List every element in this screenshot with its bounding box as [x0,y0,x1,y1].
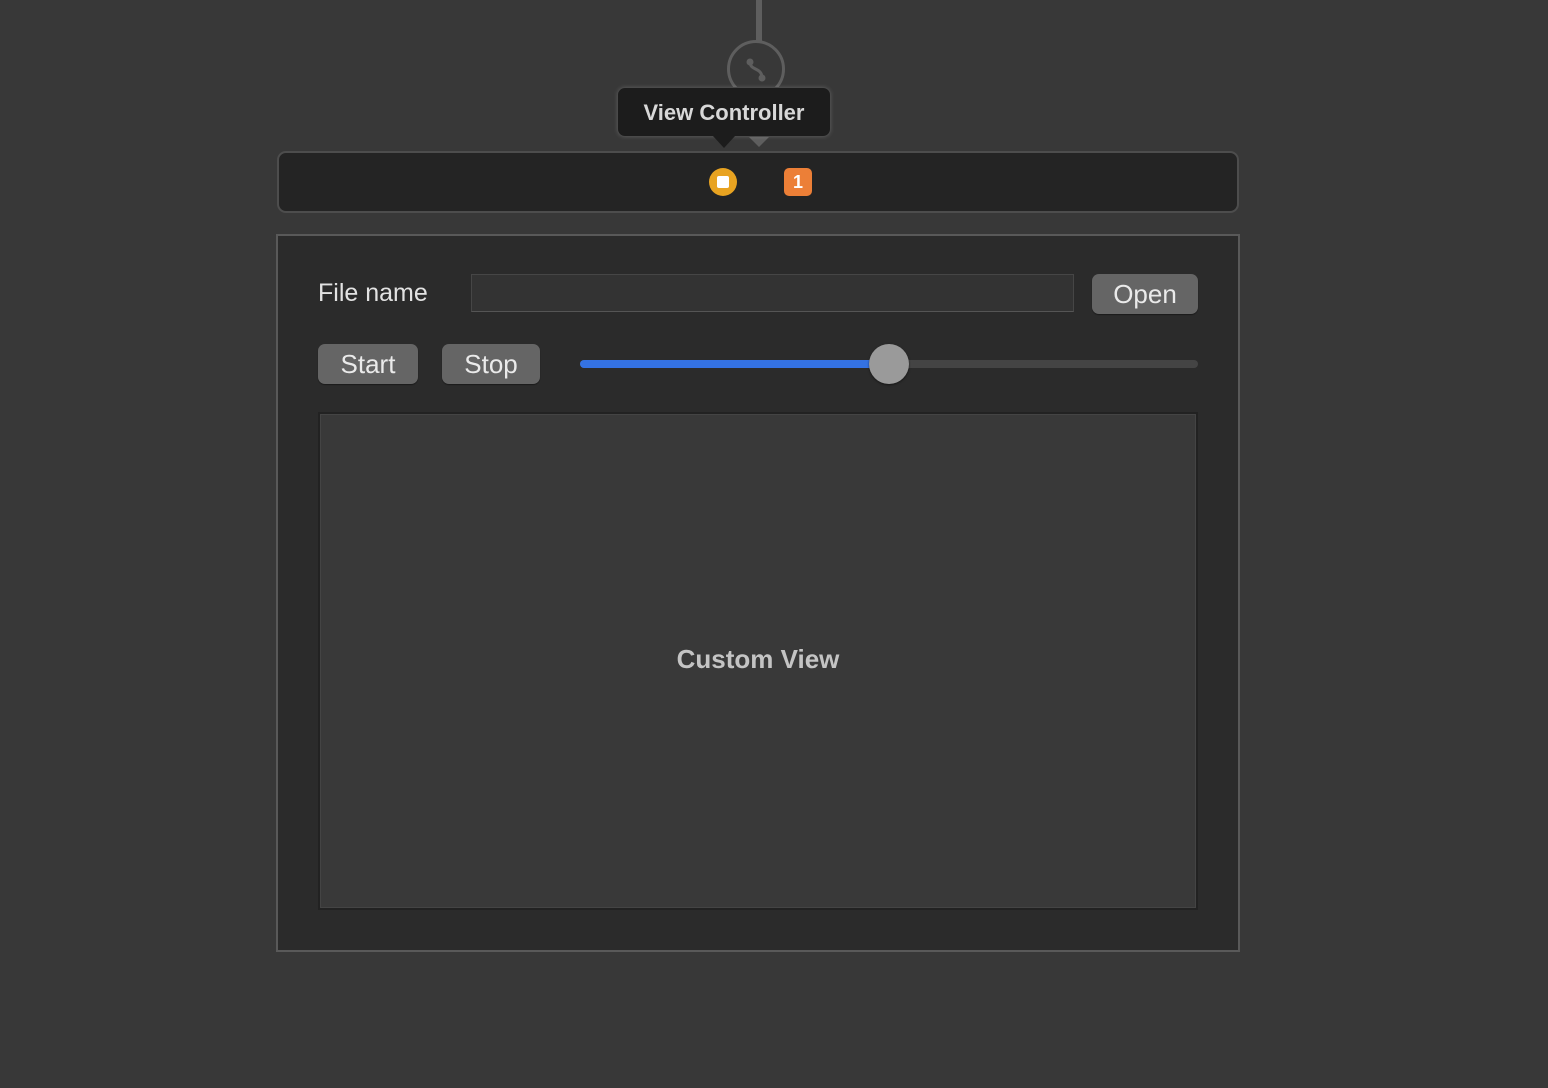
slider[interactable] [580,344,1198,384]
custom-view: Custom View [318,412,1198,910]
tooltip: View Controller [617,87,831,137]
custom-view-label: Custom View [676,644,840,674]
scene-dock [277,151,1239,213]
segue-connector-line [756,0,762,42]
segue-arrow-icon [749,137,769,147]
slider-fill [580,360,889,368]
view-controller-icon[interactable] [709,168,737,196]
slider-thumb[interactable] [869,344,909,384]
open-button[interactable]: Open [1092,274,1198,314]
issue-badge[interactable]: 1 [784,168,812,196]
file-name-input[interactable] [471,274,1074,312]
stop-button[interactable]: Stop [442,344,540,384]
tooltip-tail [713,136,735,148]
file-name-label: File name [318,279,428,307]
start-button[interactable]: Start [318,344,418,384]
